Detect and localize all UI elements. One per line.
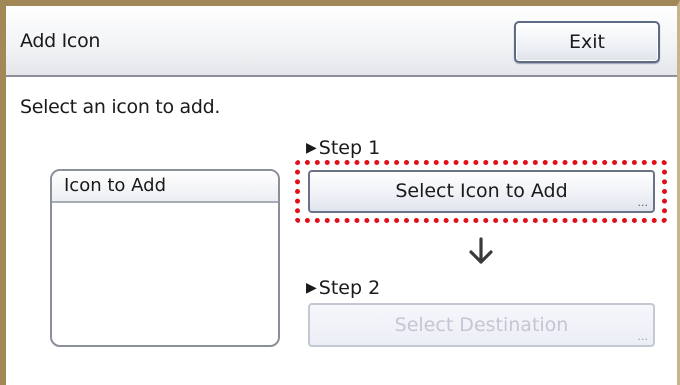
add-icon-window: Add Icon Exit Select an icon to add. Ico… xyxy=(0,0,680,385)
ellipsis-icon: ... xyxy=(637,196,649,209)
header-bar: Add Icon Exit xyxy=(6,6,677,77)
step2-label: ▶ Step 2 xyxy=(306,277,380,299)
triangle-right-icon: ▶ xyxy=(306,280,317,296)
instruction-text: Select an icon to add. xyxy=(20,96,221,118)
icon-to-add-list: Icon to Add xyxy=(50,169,280,347)
arrow-down-icon xyxy=(469,237,493,264)
step1-label-text: Step 1 xyxy=(318,137,381,159)
page-title: Add Icon xyxy=(20,30,101,52)
select-destination-button: Select Destination ... xyxy=(308,303,655,347)
step2-label-text: Step 2 xyxy=(318,277,381,299)
select-icon-to-add-button[interactable]: Select Icon to Add ... xyxy=(308,170,655,213)
exit-button[interactable]: Exit xyxy=(514,21,660,63)
ellipsis-icon: ... xyxy=(637,330,649,343)
step1-label: ▶ Step 1 xyxy=(306,137,380,159)
select-icon-to-add-label: Select Icon to Add xyxy=(395,180,568,202)
select-destination-label: Select Destination xyxy=(394,314,569,336)
triangle-right-icon: ▶ xyxy=(306,140,317,156)
icon-list-header: Icon to Add xyxy=(52,171,278,203)
